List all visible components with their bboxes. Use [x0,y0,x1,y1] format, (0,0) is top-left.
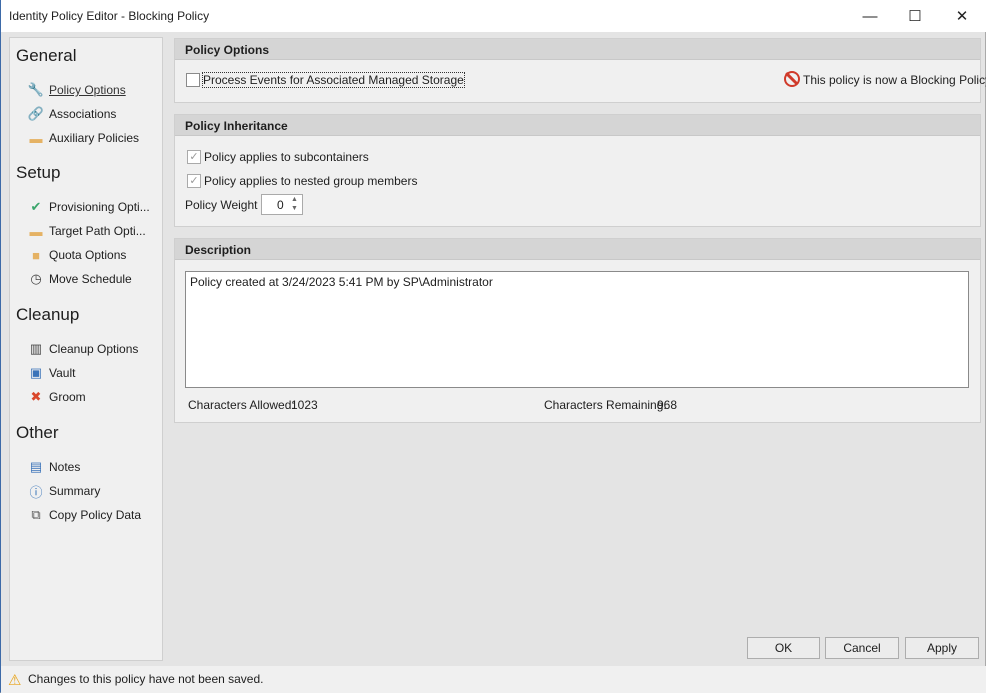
subcontainers-label: Policy applies to subcontainers [204,150,369,164]
sidebar-item-vault[interactable]: ▣ Vault [28,363,76,383]
title-bar: Identity Policy Editor - Blocking Policy… [1,0,986,32]
sidebar-item-associations[interactable]: 🔗 Associations [28,104,116,124]
window-title: Identity Policy Editor - Blocking Policy [9,9,210,23]
blocked-icon [784,71,800,87]
sidebar-item-auxiliary-policies[interactable]: ▬ Auxiliary Policies [28,128,140,148]
sidebar-item-label: Quota Options [49,248,127,262]
sidebar-group-other: Other [16,423,59,442]
status-message: Changes to this policy have not been sav… [28,672,264,686]
policy-weight-value: 0 [277,198,284,212]
sidebar-item-label: Groom [49,390,86,404]
sidebar-item-cleanup-options[interactable]: ▥ Cleanup Options [28,339,139,359]
subcontainers-checkbox[interactable]: ✓ [187,150,201,164]
checkmark-icon: ✔ [30,199,42,214]
sidebar-item-quota-options[interactable]: ■ Quota Options [28,245,126,265]
process-events-label[interactable]: Process Events for Associated Managed St… [202,72,465,88]
policy-weight-label: Policy Weight [185,198,258,212]
summary-info-icon: ⓘ [29,484,43,500]
clock-icon: ◷ [30,271,42,286]
network-folder-icon: ▬ [29,223,43,239]
x-icon: ✖ [30,389,42,404]
copy-icon: ⧉ [31,507,41,522]
sidebar-item-groom[interactable]: ✖ Groom [28,387,86,407]
document-icon: ▤ [29,459,43,474]
policy-inheritance-section: Policy Inheritance ✓ Policy applies to s… [174,114,981,227]
blocking-notice: This policy is now a Blocking Policy. [803,73,986,87]
sidebar-item-move-schedule[interactable]: ◷ Move Schedule [28,269,132,289]
nested-members-checkbox[interactable]: ✓ [187,174,201,188]
description-textarea[interactable]: Policy created at 3/24/2023 5:41 PM by S… [185,271,969,388]
description-section: Description Policy created at 3/24/2023 … [174,238,981,423]
sidebar-item-copy-policy-data[interactable]: ⧉ Copy Policy Data [28,505,141,525]
policy-weight-spinner[interactable]: 0 ▲ ▼ [261,194,303,215]
status-bar: ⚠ Changes to this policy have not been s… [1,666,986,693]
minimize-button[interactable]: — [847,0,893,32]
link-icon: 🔗 [27,106,45,121]
section-header: Description [175,239,980,260]
apply-button[interactable]: Apply [905,637,979,659]
sidebar-item-notes[interactable]: ▤ Notes [28,457,81,477]
sidebar-item-label: Auxiliary Policies [49,131,140,145]
section-header: Policy Options [175,39,980,60]
sidebar-item-label: Target Path Opti... [49,224,146,238]
characters-allowed-label: Characters Allowed: [188,398,295,412]
close-button[interactable]: ✕ [939,0,985,32]
sidebar-item-provisioning-opti[interactable]: ✔ Provisioning Opti... [28,197,150,217]
sidebar-item-target-path-opti[interactable]: ▬ Target Path Opti... [28,221,146,241]
trash-icon: ▥ [29,341,43,356]
sidebar-nav: General 🔧 Policy Options 🔗 Associations ▬ Auxi… [9,37,163,661]
vault-icon: ▣ [29,365,43,380]
spin-arrows-icon[interactable]: ▲ ▼ [291,195,298,213]
sidebar-group-cleanup: Cleanup [16,305,80,324]
sidebar-item-label: Summary [49,484,101,498]
sidebar-item-label: Associations [49,107,117,121]
sidebar-item-label: Cleanup Options [49,342,139,356]
nested-members-label: Policy applies to nested group members [204,174,418,188]
warning-icon: ⚠ [8,672,22,689]
policy-options-section: Policy Options Process Events for Associ… [174,38,986,103]
characters-remaining-label: Characters Remaining: [544,398,667,412]
sidebar-group-general: General [16,46,77,65]
sidebar-item-label: Move Schedule [49,272,132,286]
ok-button[interactable]: OK [747,637,820,659]
wrench-icon: 🔧 [27,82,45,97]
process-events-checkbox[interactable] [186,73,200,87]
database-icon: ■ [32,247,40,263]
characters-allowed-value: 1023 [291,398,318,412]
sidebar-item-label: Policy Options [49,83,126,97]
sidebar-item-label: Copy Policy Data [49,508,142,522]
sidebar-group-setup: Setup [16,163,61,182]
cancel-button[interactable]: Cancel [825,637,899,659]
section-header: Policy Inheritance [175,115,980,136]
maximize-button[interactable]: ☐ [892,0,938,32]
sidebar-item-label: Notes [49,460,81,474]
sidebar-item-summary[interactable]: ⓘ Summary [28,481,100,501]
sidebar-item-label: Provisioning Opti... [49,200,150,214]
characters-remaining-value: 968 [657,398,678,412]
sidebar-item-policy-options[interactable]: 🔧 Policy Options [28,80,126,100]
folder-icon: ▬ [29,130,43,146]
sidebar-item-label: Vault [49,366,76,380]
